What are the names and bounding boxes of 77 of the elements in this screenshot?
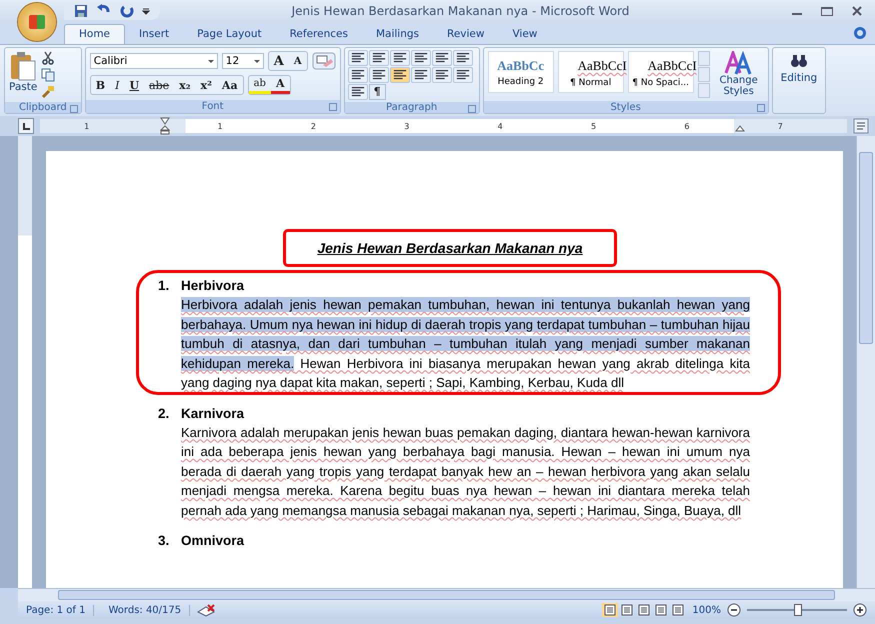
ribbon-tab[interactable]: Home (64, 24, 126, 44)
show-formatting-button[interactable]: ¶ (368, 84, 386, 100)
zoom-level[interactable]: 100% (692, 604, 721, 616)
font-color-button[interactable]: A (270, 76, 290, 94)
reading-icon[interactable] (619, 603, 636, 617)
body-paragraph: Herbivora adalah jenis hewan pemakan tumbuhan, hewan ini tentunya bukanlah hewan yang berbahaya. Umum nya hewan ini hidup di daerah tropis yang terdapat tumbuhan – tumbuhan hijau tumbuh di atasnya, dan dari tumbuhan – tumbuhan itulah yang menjadi sumber makanan kehidupan mereka. Hewan Herbivora ini biasanya merupakan hewan yang akrab ditelinga kita yang daging nya dapat kita makan, seperti ; Sapi, Kambing, Kerbau, Kuda dll (181, 296, 750, 392)
group-label: Clipboard (19, 102, 67, 113)
zoom-slider-thumb[interactable] (794, 604, 802, 616)
horizontal-ruler[interactable]: 1 1 2 3 4 5 6 7 (40, 119, 847, 133)
align-left-icon[interactable] (452, 50, 473, 66)
list-number: 2. (158, 404, 170, 422)
view-ruler-icon[interactable] (853, 118, 869, 134)
group-label: Font (202, 101, 224, 112)
font-size-field[interactable]: 12 (222, 53, 264, 69)
right-indent-marker-icon[interactable] (735, 124, 745, 132)
ribbon-tab[interactable]: View (498, 25, 552, 44)
close-icon[interactable] (851, 5, 863, 17)
gallery-scrollbar[interactable] (698, 51, 710, 98)
window-title: Jenis Hewan Berdasarkan Makanan nya - Microsoft Word (290, 4, 630, 18)
print-layout-icon[interactable] (602, 603, 618, 617)
indent-marker-icon[interactable] (160, 117, 170, 135)
style-preset[interactable]: AaBbCcI ¶ Normal (558, 51, 624, 93)
maximize-button[interactable] (821, 5, 833, 17)
ribbon-tab[interactable]: Mailings (362, 25, 433, 44)
change-styles-button[interactable]: Change Styles (714, 51, 764, 97)
format-button[interactable]: B (90, 76, 110, 94)
highlight-button[interactable]: ab (248, 76, 271, 94)
style-preset[interactable]: AaBbCc Heading 2 (488, 51, 554, 93)
letters-icon (724, 51, 754, 75)
section-heading: Karnivora (181, 404, 244, 422)
vertical-scrollbar[interactable] (856, 136, 875, 588)
format-button[interactable]: x₂ (174, 76, 196, 94)
list-number: 1. (158, 277, 170, 295)
format-button[interactable]: abe (144, 76, 174, 94)
office-button[interactable] (18, 3, 56, 41)
justify-icon[interactable] (390, 67, 410, 83)
style-preset[interactable]: AaBbCcI ¶ No Spaci... (628, 51, 694, 93)
copy-icon[interactable] (41, 68, 56, 82)
ribbon-tab[interactable]: Insert (125, 25, 184, 44)
format-button[interactable]: x² (196, 76, 217, 94)
ribbon-tab[interactable]: References (276, 25, 362, 44)
section-heading: Omnivora (181, 532, 244, 550)
format-button[interactable]: I (110, 76, 124, 94)
ribbon-tab[interactable]: Review (433, 25, 498, 44)
horizontal-scrollbar[interactable] (18, 588, 875, 601)
word-count[interactable]: Words: 40/175 (100, 604, 190, 616)
align-right-icon[interactable] (368, 67, 389, 83)
customize-caret-icon[interactable] (142, 7, 150, 15)
draft-icon[interactable] (670, 603, 686, 617)
document-title: Jenis Hewan Berdasarkan Makanan nya (317, 240, 583, 256)
font-name-field[interactable]: Calibri (90, 53, 218, 69)
web-layout-icon[interactable] (636, 603, 652, 617)
help-icon[interactable] (853, 26, 867, 40)
center-icon[interactable] (348, 67, 368, 83)
page-count[interactable]: Page: 1 of 1 (18, 604, 94, 616)
format-button[interactable]: U (124, 76, 144, 94)
save-icon[interactable] (74, 4, 88, 18)
zoom-in-icon[interactable] (853, 603, 867, 617)
section-heading: Herbivora (181, 277, 244, 295)
shrink-font-button[interactable]: A (288, 52, 307, 70)
paste-button[interactable]: Paste (9, 51, 38, 99)
group-label: Paragraph (386, 102, 438, 113)
binoculars-icon (790, 54, 808, 68)
tab-selector-button[interactable] (18, 118, 34, 134)
zoom-out-icon[interactable] (727, 603, 741, 617)
list-number: 3. (158, 532, 170, 550)
grow-font-button[interactable]: A (268, 52, 289, 70)
outline-icon[interactable] (653, 603, 670, 617)
body-paragraph: Karnivora adalah merupakan jenis hewan buas pemakan daging, diantara hewan-hewan karnivora ini ada beberapa jenis hewan yang berbahaya bagi manusia. Hewan – hewan ini umum nya berada di daerah yang tropis yang terdapat banyak hew an – hewan herbivora yang akan selalu menjadi mengsa mereka. Karena begitu buas nya hewan – hewan ini diantara mereka telah pernah ada yang memangsa manusia sebagai makanan nya, seperti ; Harimau, Singa, Buaya, dll (181, 424, 750, 520)
ribbon-tab[interactable]: Page Layout (183, 25, 276, 44)
clear-formatting-icon[interactable] (312, 52, 336, 70)
group-label: Styles (610, 102, 641, 112)
redo-icon[interactable] (120, 4, 134, 18)
format-painter-icon[interactable] (41, 85, 56, 99)
format-button[interactable]: Aa (216, 76, 243, 94)
clipboard-icon (9, 51, 38, 81)
scissors-icon[interactable] (41, 51, 56, 65)
